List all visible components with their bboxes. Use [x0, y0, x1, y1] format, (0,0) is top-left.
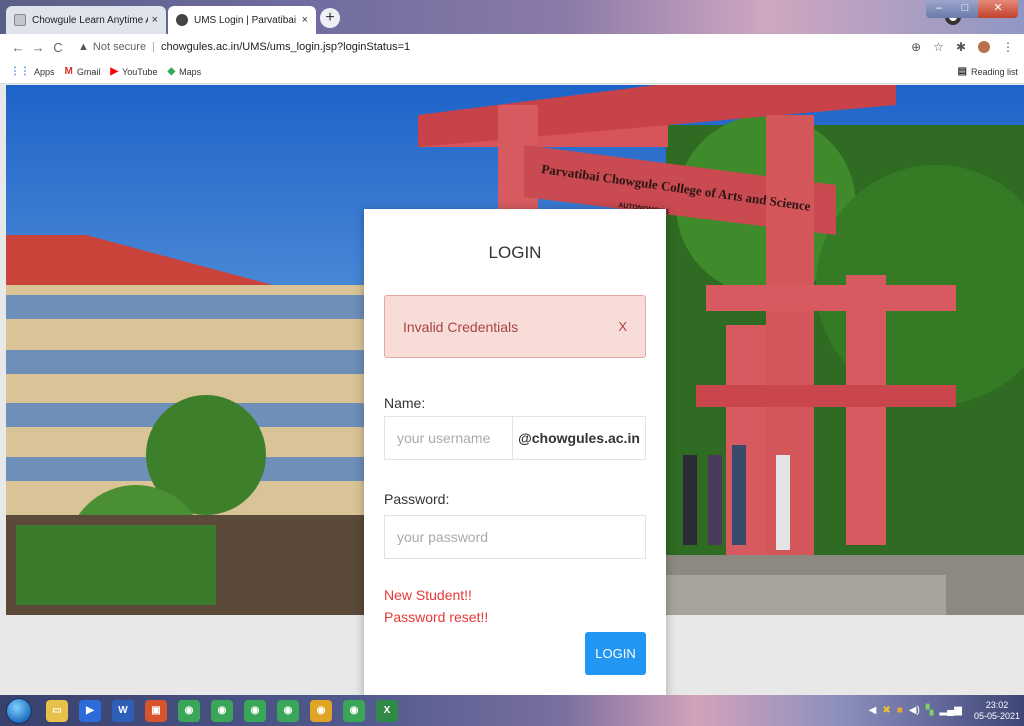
system-tray: ◀ ✖ ■ ◀) ▚ ▂▄▆ 23:02 05-05-2021	[869, 700, 1024, 722]
app-icon[interactable]: ▣	[145, 699, 167, 722]
chrome-icon-3[interactable]: ◉	[244, 699, 266, 722]
windows-taskbar: ▭ ▶ W ▣ ◉ ◉ ◉ ◉ ◉ ◉ X ◀ ✖ ■ ◀) ▚ ▂▄▆ 23:02 05-05-2…	[0, 695, 1024, 726]
login-card: LOGIN Invalid Credentials X Name: @chowg…	[364, 209, 666, 695]
close-tab-icon[interactable]: ×	[302, 14, 308, 26]
email-domain-suffix: @chowgules.ac.in	[512, 416, 646, 460]
extensions-icon[interactable]: ✱	[956, 40, 966, 54]
youtube-icon: ▶	[110, 66, 119, 77]
security-tray-icon[interactable]: ■	[897, 705, 903, 716]
gmail-icon: M	[64, 66, 73, 77]
menu-icon[interactable]: ⋮	[1002, 40, 1014, 54]
chrome-icon-2[interactable]: ◉	[211, 699, 233, 722]
username-group: @chowgules.ac.in	[384, 416, 646, 460]
browser-toolbar: ← → C ▲ Not secure | chowgules.ac.in/UMS…	[0, 34, 1024, 60]
chrome-icon-4[interactable]: ◉	[277, 699, 299, 722]
warning-icon[interactable]: ▲	[78, 41, 89, 53]
word-icon[interactable]: W	[112, 699, 134, 722]
chrome-icon-5[interactable]: ◉	[310, 699, 332, 722]
toolbar-actions: ⊕ ☆ ✱ ⋮	[911, 40, 1024, 54]
login-title: LOGIN	[488, 243, 542, 262]
taskbar-apps: ▭ ▶ W ▣ ◉ ◉ ◉ ◉ ◉ ◉ X	[46, 699, 398, 722]
volume-icon[interactable]: ◀)	[909, 705, 920, 716]
password-label: Password:	[384, 491, 450, 507]
tab-ums-login[interactable]: UMS Login | Parvatibai Chowgul ×	[168, 6, 316, 34]
globe-favicon-icon	[176, 14, 188, 26]
start-button[interactable]	[6, 697, 32, 724]
name-label: Name:	[384, 395, 426, 411]
maximize-button[interactable]: □	[952, 0, 978, 18]
bookmark-youtube[interactable]: ▶ YouTube	[110, 66, 157, 77]
system-clock[interactable]: 23:02 05-05-2021	[974, 700, 1020, 722]
excel-icon[interactable]: X	[376, 699, 398, 722]
forward-button[interactable]: →	[28, 40, 48, 55]
new-tab-button[interactable]: +	[320, 8, 340, 28]
username-input[interactable]	[384, 416, 512, 460]
login-button[interactable]: LOGIN	[585, 632, 646, 675]
page-favicon-icon	[14, 14, 26, 26]
close-window-button[interactable]: ✕	[978, 0, 1018, 18]
chrome-icon-1[interactable]: ◉	[178, 699, 200, 722]
page-content: Parvatibai Chowgule College of Arts and …	[0, 85, 1024, 695]
reading-list-button[interactable]: ▤ Reading list	[958, 66, 1024, 77]
tab-chowgule-learn[interactable]: Chowgule Learn Anytime Any Pla ×	[6, 6, 166, 34]
bookmark-gmail[interactable]: M Gmail	[65, 66, 101, 77]
tab-title: UMS Login | Parvatibai Chowgul	[194, 14, 298, 26]
browser-title-bar: Chowgule Learn Anytime Any Pla × UMS Log…	[0, 0, 1024, 34]
zoom-icon[interactable]: ⊕	[911, 40, 921, 54]
reading-list-icon: ▤	[957, 66, 967, 77]
reading-list-label: Reading list	[970, 66, 1018, 77]
minimize-button[interactable]: –	[926, 0, 952, 18]
apps-grid-icon: ⋮⋮	[10, 66, 30, 77]
password-reset-link[interactable]: Password reset!!	[384, 609, 488, 625]
flag-icon[interactable]: ▚	[926, 705, 934, 716]
error-alert: Invalid Credentials X	[384, 295, 646, 358]
profile-avatar-icon[interactable]	[978, 41, 990, 53]
address-bar[interactable]: chowgules.ac.in/UMS/ums_login.jsp?loginS…	[161, 41, 410, 53]
not-secure-label[interactable]: Not secure	[93, 41, 146, 53]
explorer-icon[interactable]: ▭	[46, 699, 68, 722]
bookmark-maps[interactable]: ◆ Maps	[167, 66, 201, 77]
chrome-icon-6[interactable]: ◉	[343, 699, 365, 722]
password-input[interactable]	[384, 515, 646, 559]
maps-icon: ◆	[167, 66, 176, 77]
new-student-link[interactable]: New Student!!	[384, 587, 472, 603]
bookmark-label: Gmail	[76, 66, 101, 77]
tab-title: Chowgule Learn Anytime Any Pla	[32, 14, 148, 26]
bookmark-label: YouTube	[122, 66, 158, 77]
window-controls: – □ ✕	[926, 0, 1018, 18]
reload-button[interactable]: C	[48, 40, 68, 55]
bookmark-star-icon[interactable]: ☆	[933, 40, 944, 54]
url-separator: |	[152, 41, 155, 53]
signal-icon[interactable]: ▂▄▆	[939, 705, 961, 716]
bookmark-label: Maps	[179, 66, 202, 77]
bookmarks-bar: ⋮⋮ Apps M Gmail ▶ YouTube ◆ Maps ▤ Readi…	[0, 60, 1024, 84]
media-icon[interactable]: ▶	[79, 699, 101, 722]
alert-message: Invalid Credentials	[403, 318, 519, 335]
bookmark-label: Apps	[34, 66, 55, 77]
close-tab-icon[interactable]: ×	[152, 14, 158, 26]
bookmark-apps[interactable]: ⋮⋮ Apps	[10, 66, 55, 77]
close-alert-icon[interactable]: X	[618, 319, 627, 334]
tray-expand-icon[interactable]: ◀	[869, 705, 877, 716]
network-x-icon[interactable]: ✖	[882, 705, 890, 716]
clock-time: 23:02	[985, 699, 1009, 710]
clock-date: 05-05-2021	[973, 710, 1020, 721]
back-button[interactable]: ←	[8, 40, 28, 55]
